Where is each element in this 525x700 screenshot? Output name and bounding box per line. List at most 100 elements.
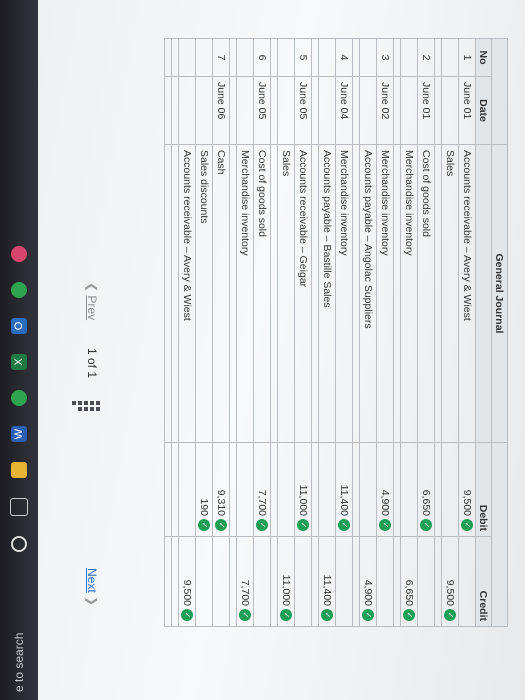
table-row: Sales discounts 190 ✓ <box>195 38 213 627</box>
column-header-credit: Credit <box>475 536 492 627</box>
credit-cell[interactable] <box>458 536 476 627</box>
credit-cell[interactable]: 11,000 ✓ <box>277 536 295 627</box>
empty-cell <box>270 442 278 537</box>
debit-cell[interactable] <box>359 442 377 537</box>
separator-row <box>229 38 237 627</box>
entry-date: June 04 <box>335 76 353 145</box>
debit-cell[interactable]: 4,900 ✓ <box>376 442 394 537</box>
entry-number: 2 <box>417 38 435 77</box>
check-circle-icon: ✓ <box>296 519 309 531</box>
debit-cell[interactable] <box>178 442 196 537</box>
header-spacer <box>491 442 508 627</box>
next-button[interactable]: Next ❯ <box>85 568 99 606</box>
entry-date <box>277 76 295 145</box>
empty-cell <box>164 38 172 77</box>
check-circle-icon: ✓ <box>214 519 227 531</box>
entry-number <box>236 38 254 77</box>
empty-cell <box>229 442 237 537</box>
empty-cell <box>164 76 172 145</box>
prev-label: Prev <box>85 295 99 321</box>
task-view-icon[interactable] <box>10 498 28 516</box>
app-icon[interactable] <box>11 246 27 262</box>
debit-cell[interactable]: 9,310 ✓ <box>212 442 230 537</box>
debit-amount: 190 <box>197 498 210 516</box>
debit-cell[interactable]: 7,700 ✓ <box>253 442 271 537</box>
check-circle-icon: ✓ <box>238 609 251 621</box>
grid-icon[interactable] <box>72 400 101 416</box>
table-row: 1 June 01 Accounts receivable – Avery & Wi… <box>458 38 476 627</box>
debit-cell[interactable] <box>441 442 459 537</box>
entry-date <box>318 76 336 145</box>
debit-cell[interactable]: 190 ✓ <box>195 442 213 537</box>
excel-icon[interactable]: X <box>11 354 27 370</box>
table-row: 2 June 01 Cost of goods sold 6,650 ✓ <box>417 38 435 627</box>
credit-cell[interactable] <box>195 536 213 627</box>
entry-number: 4 <box>335 38 353 77</box>
debit-cell[interactable]: 9,500 ✓ <box>458 442 476 537</box>
account-name: Cash <box>212 144 230 443</box>
chrome-icon[interactable] <box>11 390 27 406</box>
debit-cell[interactable]: 11,000 ✓ <box>294 442 312 537</box>
outlook-icon[interactable]: O <box>11 318 27 334</box>
credit-cell[interactable] <box>335 536 353 627</box>
debit-cell[interactable] <box>400 442 418 537</box>
entry-date: June 05 <box>253 76 271 145</box>
credit-cell[interactable]: 4,900 ✓ <box>359 536 377 627</box>
credit-cell[interactable]: 9,500 ✓ <box>441 536 459 627</box>
taskbar-search-box[interactable]: e to search <box>12 572 26 692</box>
check-circle-icon: ✓ <box>255 519 268 531</box>
cortana-ring-icon[interactable] <box>11 536 27 552</box>
empty-cell <box>171 144 179 443</box>
table-row: 3 June 02 Merchandise inventory 4,900 ✓ <box>376 38 394 627</box>
empty-cell <box>270 38 278 77</box>
check-circle-icon: ✓ <box>279 609 292 621</box>
column-header-description <box>475 144 492 443</box>
empty-cell <box>229 76 237 145</box>
chevron-left-icon: ❮ <box>85 282 99 293</box>
empty-cell <box>270 536 278 627</box>
credit-cell[interactable]: 6,650 ✓ <box>400 536 418 627</box>
prev-button[interactable]: ❮ Prev <box>85 282 99 320</box>
journal-title: General Journal <box>491 144 508 443</box>
check-circle-icon: ✓ <box>402 609 415 621</box>
entry-date <box>441 76 459 145</box>
empty-cell <box>229 38 237 77</box>
file-explorer-icon[interactable] <box>11 462 27 478</box>
empty-cell <box>229 144 237 443</box>
credit-cell[interactable] <box>212 536 230 627</box>
account-name: Merchandise inventory <box>376 144 394 443</box>
empty-cell <box>434 442 442 537</box>
credit-cell[interactable] <box>376 536 394 627</box>
check-circle-icon: ✓ <box>320 609 333 621</box>
empty-cell <box>352 442 360 537</box>
debit-cell[interactable]: 6,650 ✓ <box>417 442 435 537</box>
account-name: Merchandise inventory <box>400 144 418 443</box>
chevron-right-icon: ❯ <box>85 596 99 607</box>
empty-cell <box>164 442 172 537</box>
entry-number: 7 <box>212 38 230 77</box>
table-row: Accounts payable – Bastille Sales 11,400 ✓ <box>318 38 336 627</box>
debit-cell[interactable] <box>236 442 254 537</box>
empty-cell <box>434 38 442 77</box>
debit-cell[interactable] <box>318 442 336 537</box>
credit-cell[interactable]: 11,400 ✓ <box>318 536 336 627</box>
account-name: Sales <box>441 144 459 443</box>
empty-cell <box>164 144 172 443</box>
empty-cell <box>393 144 401 443</box>
credit-cell[interactable] <box>253 536 271 627</box>
table-row: 5 June 05 Accounts receivable – Geigar 11,0… <box>294 38 312 627</box>
empty-cell <box>164 536 172 627</box>
edge-icon[interactable] <box>11 282 27 298</box>
table-row: Accounts receivable – Avery & Wiest 9,500… <box>178 38 196 627</box>
credit-cell[interactable]: 7,700 ✓ <box>236 536 254 627</box>
credit-cell[interactable] <box>417 536 435 627</box>
debit-amount: 11,000 <box>296 484 309 516</box>
credit-cell[interactable] <box>294 536 312 627</box>
next-label: Next <box>85 568 99 593</box>
debit-cell[interactable] <box>277 442 295 537</box>
credit-cell[interactable]: 9,500 ✓ <box>178 536 196 627</box>
empty-cell <box>270 76 278 145</box>
word-icon[interactable]: W <box>11 426 27 442</box>
check-circle-icon: ✓ <box>180 609 193 621</box>
debit-cell[interactable]: 11,400 ✓ <box>335 442 353 537</box>
